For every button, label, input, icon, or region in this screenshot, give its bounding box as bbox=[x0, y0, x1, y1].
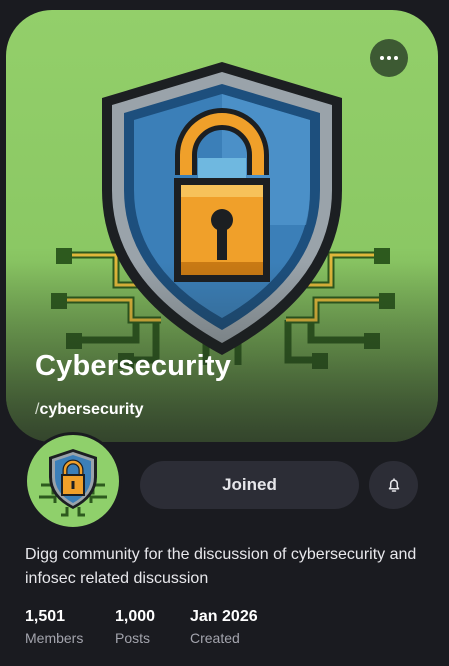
stat-value: 1,501 bbox=[25, 608, 66, 625]
community-description: Digg community for the discussion of cyb… bbox=[25, 546, 417, 587]
more-options-button[interactable] bbox=[370, 39, 408, 77]
shield-lock-avatar-icon bbox=[39, 449, 107, 517]
community-banner: Cybersecurity /cybersecurity bbox=[6, 10, 438, 442]
community-slug: /cybersecurity bbox=[35, 401, 144, 419]
stat-label: Posts bbox=[115, 630, 151, 646]
community-title: Cybersecurity bbox=[35, 350, 232, 382]
stat-posts: 1,000 Posts bbox=[115, 607, 155, 646]
more-horizontal-icon bbox=[380, 56, 398, 60]
stat-value: 1,000 bbox=[115, 608, 156, 625]
stat-label: Created bbox=[190, 630, 240, 646]
stat-label: Members bbox=[25, 630, 84, 646]
slug-text: cybersecurity bbox=[39, 401, 144, 418]
bell-icon bbox=[388, 478, 399, 492]
stat-value: Jan 2026 bbox=[190, 608, 258, 625]
community-avatar bbox=[24, 432, 122, 530]
stat-created: Jan 2026 Created bbox=[190, 607, 258, 646]
joined-button[interactable]: Joined bbox=[140, 461, 359, 509]
notifications-button[interactable] bbox=[369, 461, 418, 509]
stat-members: 1,501 Members bbox=[25, 607, 83, 646]
